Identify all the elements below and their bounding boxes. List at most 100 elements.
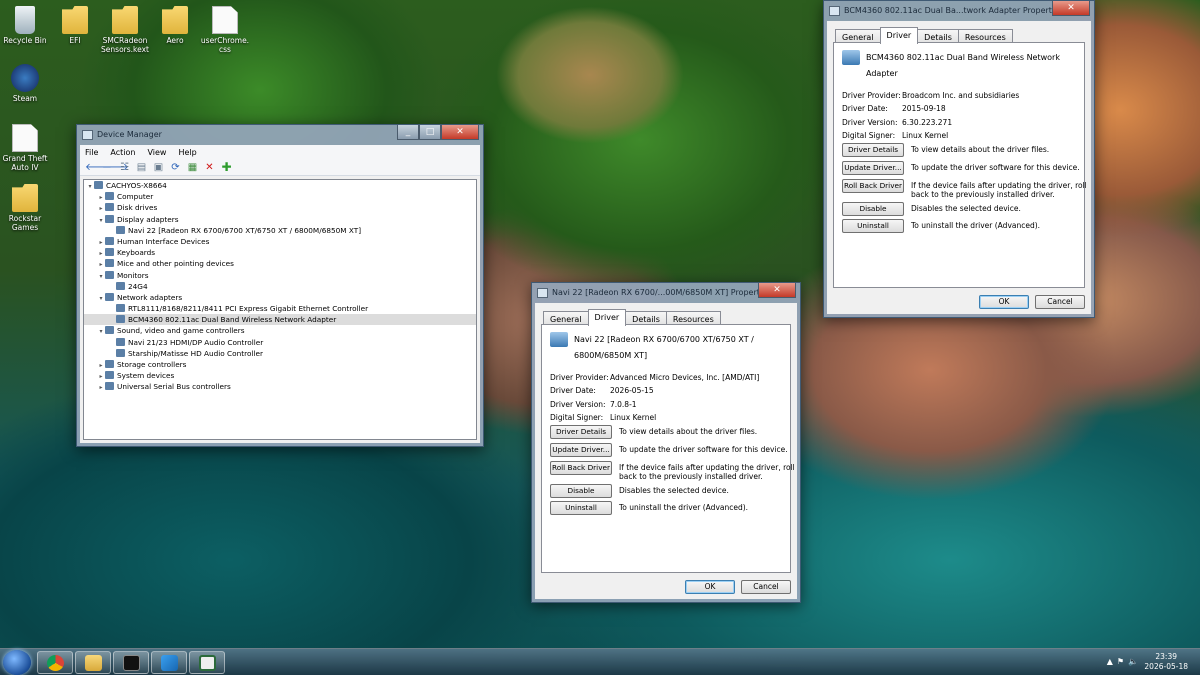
ok-button[interactable]: OK <box>685 580 735 594</box>
menu-help[interactable]: Help <box>178 148 196 157</box>
close-button[interactable]: ✕ <box>441 125 479 140</box>
device-manager-titlebar[interactable]: Device Manager _ □ ✕ <box>77 125 483 145</box>
roll-back-driver-button[interactable]: Roll Back Driver <box>550 461 612 475</box>
properties-icon[interactable]: ▤ <box>136 162 147 173</box>
tree-category[interactable]: ▾ Network adapters <box>84 292 476 303</box>
tree-device[interactable]: Starship/Matisse HD Audio Controller <box>84 348 476 359</box>
navi-dialog-titlebar[interactable]: Navi 22 [Radeon RX 6700/...00M/6850M XT]… <box>532 283 800 303</box>
tree-label: Sound, video and game controllers <box>117 326 245 336</box>
property-row: Driver Provider: Advanced Micro Devices, … <box>550 371 759 384</box>
desktop-icon-efi[interactable]: EFI <box>48 6 102 45</box>
chrome-icon <box>47 655 64 671</box>
uninstall-button[interactable]: Uninstall <box>550 501 612 515</box>
help-icon[interactable]: ▣ <box>153 162 164 173</box>
menu-view[interactable]: View <box>147 148 166 157</box>
tree-root[interactable]: ▾ CACHYOS-X8664 <box>84 180 476 191</box>
desktop-icon-aero[interactable]: Aero <box>148 6 202 45</box>
tree-category[interactable]: ▸ Storage controllers <box>84 359 476 370</box>
taskbar-file-explorer[interactable] <box>75 651 111 674</box>
desktop-icon-recycle-bin[interactable]: Recycle Bin <box>0 6 52 45</box>
driver-details-button[interactable]: Driver Details <box>550 425 612 439</box>
menu-action[interactable]: Action <box>110 148 135 157</box>
tree-category[interactable]: ▸ Universal Serial Bus controllers <box>84 381 476 392</box>
clock[interactable]: 23:39 2026-05-18 <box>1144 652 1188 672</box>
device-icon <box>116 337 125 346</box>
tab-resources[interactable]: Resources <box>957 29 1013 43</box>
tree-device[interactable]: 24G4 <box>84 281 476 292</box>
property-row: Driver Date: 2015-09-18 <box>842 102 1019 115</box>
tree-category[interactable]: ▸ Mice and other pointing devices <box>84 258 476 269</box>
property-row: Digital Signer: Linux Kernel <box>842 129 1019 142</box>
close-button[interactable]: ✕ <box>758 283 796 298</box>
list-view-icon[interactable]: ☷ <box>119 162 130 173</box>
tree-category[interactable]: ▸ Keyboards <box>84 247 476 258</box>
driver-details-button[interactable]: Driver Details <box>842 143 904 157</box>
desktop-icon-userchrome[interactable]: userChrome. css <box>198 6 252 54</box>
device-icon <box>105 292 114 301</box>
flag-icon[interactable]: ⚑ <box>1117 657 1128 666</box>
tree-category[interactable]: ▾ Sound, video and game controllers <box>84 325 476 336</box>
desktop-icon-rockstar[interactable]: Rockstar Games <box>0 184 52 232</box>
device-manager-window[interactable]: Device Manager _ □ ✕ File Action View He… <box>76 124 484 447</box>
device-tree[interactable]: ▾ CACHYOS-X8664 ▸ Computer ▸ Disk drives ▾ Disp… <box>83 179 477 440</box>
bcm-dialog-titlebar[interactable]: BCM4360 802.11ac Dual Ba...twork Adapter… <box>824 1 1094 21</box>
tab-strip: General Driver Details Resources <box>835 27 1013 44</box>
property-key: Driver Date: <box>842 104 888 114</box>
driver-action-row: Driver Details To view details about the … <box>550 425 799 439</box>
update-driver-button[interactable]: Update Driver... <box>550 443 612 457</box>
forward-icon[interactable]: 🡒 <box>102 161 129 173</box>
tree-device[interactable]: RTL8111/8168/8211/8411 PCI Express Gigab… <box>84 303 476 314</box>
taskbar-chrome[interactable] <box>37 651 73 674</box>
tree-device[interactable]: BCM4360 802.11ac Dual Band Wireless Netw… <box>84 314 476 326</box>
tree-label: Disk drives <box>117 203 158 213</box>
update-driver-button[interactable]: Update Driver... <box>842 161 904 175</box>
desktop-icon-smcradeon[interactable]: SMCRadeon Sensors.kext <box>98 6 152 54</box>
disable-button[interactable]: Disable <box>842 202 904 216</box>
tree-category[interactable]: ▾ Monitors <box>84 270 476 281</box>
tree-category[interactable]: ▾ Display adapters <box>84 214 476 225</box>
maximize-button[interactable]: □ <box>419 125 441 140</box>
ok-button[interactable]: OK <box>979 295 1029 309</box>
volume-icon[interactable]: 🔈 <box>1128 657 1142 666</box>
bcm-properties-dialog[interactable]: BCM4360 802.11ac Dual Ba...twork Adapter… <box>823 0 1095 318</box>
tab-resources[interactable]: Resources <box>665 311 721 325</box>
tab-general[interactable]: General <box>543 311 589 325</box>
minimize-button[interactable]: _ <box>397 125 419 140</box>
start-button[interactable] <box>3 650 31 675</box>
update-driver-icon[interactable]: ▦ <box>187 162 198 173</box>
tree-label: Display adapters <box>117 214 179 224</box>
disable-button[interactable]: Disable <box>550 484 612 498</box>
cancel-button[interactable]: Cancel <box>1035 295 1085 309</box>
uninstall-icon[interactable]: ✕ <box>204 162 215 173</box>
desktop-icon-steam[interactable]: Steam <box>0 64 52 103</box>
roll-back-driver-button[interactable]: Roll Back Driver <box>842 179 904 193</box>
dialog-buttons: OK Cancel <box>685 580 791 594</box>
tree-device[interactable]: Navi 22 [Radeon RX 6700/6700 XT/6750 XT … <box>84 225 476 236</box>
desktop-icon-gta4[interactable]: Grand Theft Auto IV <box>0 124 52 172</box>
back-icon[interactable]: 🡐 <box>85 161 112 173</box>
add-hardware-icon[interactable]: ✚ <box>221 160 232 174</box>
taskbar-terminal[interactable] <box>113 651 149 674</box>
taskbar-device-manager[interactable] <box>189 651 225 674</box>
navi-properties-dialog[interactable]: Navi 22 [Radeon RX 6700/...00M/6850M XT]… <box>531 282 801 603</box>
tab-details[interactable]: Details <box>625 311 667 325</box>
tree-category[interactable]: ▸ Computer <box>84 191 476 202</box>
tree-device[interactable]: Navi 21/23 HDMI/DP Audio Controller <box>84 337 476 348</box>
menu-file[interactable]: File <box>85 148 98 157</box>
expand-icon[interactable]: ▸ <box>97 382 105 393</box>
tree-label: Mice and other pointing devices <box>117 259 234 269</box>
tree-category[interactable]: ▸ System devices <box>84 370 476 381</box>
taskbar-vscode[interactable] <box>151 651 187 674</box>
uninstall-button[interactable]: Uninstall <box>842 219 904 233</box>
tab-driver[interactable]: Driver <box>587 309 627 326</box>
show-hidden-icons-icon[interactable]: ▲ <box>1107 657 1117 666</box>
cancel-button[interactable]: Cancel <box>741 580 791 594</box>
tab-driver[interactable]: Driver <box>879 27 919 44</box>
scan-icon[interactable]: ⟳ <box>170 162 181 173</box>
tree-category[interactable]: ▸ Disk drives <box>84 202 476 213</box>
tab-general[interactable]: General <box>835 29 881 43</box>
close-button[interactable]: ✕ <box>1052 1 1090 16</box>
tab-details[interactable]: Details <box>917 29 959 43</box>
vscode-icon <box>161 655 178 671</box>
tree-category[interactable]: ▸ Human Interface Devices <box>84 236 476 247</box>
